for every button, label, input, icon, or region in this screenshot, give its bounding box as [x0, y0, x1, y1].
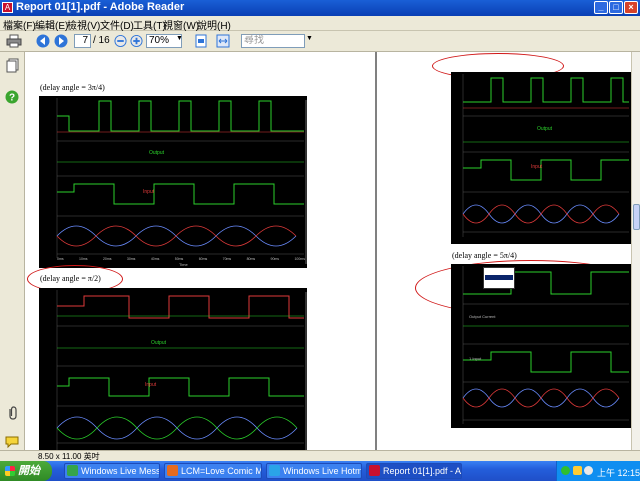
- search-dropdown-icon[interactable]: ▼: [306, 35, 313, 42]
- zoom-out-icon[interactable]: [114, 34, 127, 48]
- comments-icon[interactable]: [5, 436, 19, 448]
- plot3-output-label: Output: [537, 126, 553, 132]
- task-lcm[interactable]: LCM=Love Comic Me...: [164, 463, 262, 479]
- caption-delay-5pi4: (delay angle = 5π/4): [452, 251, 517, 260]
- plot1-time-axis: 0ms 10ms 20ms 30ms 40ms 50ms 60ms 70ms 80ms 90ms 1…: [57, 257, 305, 261]
- maximize-button[interactable]: □: [609, 1, 623, 14]
- pdf-icon: A: [2, 2, 13, 13]
- menu-window[interactable]: 視窗(W): [163, 17, 199, 32]
- task-adobe-reader[interactable]: Report 01[1].pdf - Ad...: [366, 463, 462, 479]
- plot2-input-label: Input: [145, 382, 157, 388]
- menu-document[interactable]: 文件(D): [100, 17, 134, 32]
- waveform-plot-2: Output Input: [39, 288, 307, 450]
- messenger-icon: [67, 465, 78, 476]
- system-tray: 上午 12:15: [556, 461, 640, 481]
- task-label: Report 01[1].pdf - Ad...: [383, 466, 462, 476]
- volume-icon[interactable]: [584, 466, 593, 475]
- menu-view[interactable]: 檢視(V): [67, 17, 100, 32]
- taskbar: 開始 Windows Live Messen... LCM=Love Comic…: [0, 461, 640, 481]
- task-hotmail[interactable]: Windows Live Hotmai...: [266, 463, 362, 479]
- vertical-scrollbar[interactable]: [631, 52, 640, 450]
- security-shield-icon[interactable]: [573, 466, 582, 475]
- waveform-svg-2: [56, 290, 307, 450]
- close-button[interactable]: ×: [624, 1, 638, 14]
- page-number-input[interactable]: 7: [74, 34, 91, 48]
- task-messenger[interactable]: Windows Live Messen...: [64, 463, 160, 479]
- minimize-button[interactable]: _: [594, 1, 608, 14]
- pages-icon[interactable]: [6, 58, 19, 73]
- menu-edit[interactable]: 編輯(E): [35, 17, 68, 32]
- start-button[interactable]: 開始: [0, 461, 52, 481]
- waveform-svg-4: [462, 266, 629, 424]
- waveform-plot-4: Output Current 1 Input: [451, 264, 631, 428]
- browser-icon: [167, 465, 178, 476]
- waveform-plot-1: Output Input 0ms 10ms 20ms 30ms 40ms 50ms 60ms…: [39, 96, 307, 268]
- menu-file[interactable]: 檔案(F): [3, 17, 36, 32]
- start-label: 開始: [18, 465, 40, 477]
- pdf-page-right: Output Input (delay angle = 5π/4) Output…: [377, 52, 631, 450]
- menu-bar: 檔案(F) 編輯(E) 檢視(V) 文件(D) 工具(T) 視窗(W) 說明(H…: [0, 16, 640, 32]
- document-view[interactable]: (delay angle = 3π/4) Output Input 0ms 10m…: [25, 52, 631, 450]
- zoom-in-icon[interactable]: [130, 34, 143, 48]
- task-label: LCM=Love Comic Me...: [181, 466, 261, 476]
- plot2-output-label: Output: [151, 340, 167, 346]
- menu-tools[interactable]: 工具(T): [133, 17, 166, 32]
- next-page-icon[interactable]: [54, 34, 68, 48]
- title-bar: A Report 01[1].pdf - Adobe Reader _ □ ×: [0, 0, 640, 16]
- plot1-output-label: Output: [149, 150, 165, 156]
- task-label: Windows Live Messen...: [81, 466, 160, 476]
- plot3-input-label: Input: [531, 164, 543, 170]
- window-title: Report 01[1].pdf - Adobe Reader: [16, 1, 185, 13]
- pdf-icon: [369, 465, 380, 476]
- plot1-time-word: Time: [179, 262, 188, 267]
- svg-text:?: ?: [9, 93, 15, 104]
- messenger-tray-icon[interactable]: [561, 466, 570, 475]
- scroll-thumb[interactable]: [633, 204, 640, 230]
- caption-delay-3pi4: (delay angle = 3π/4): [40, 83, 105, 92]
- clock: 上午 12:15: [597, 468, 640, 478]
- plot4-cursor-label: 1 Input: [469, 356, 482, 361]
- help-icon[interactable]: ?: [5, 90, 19, 104]
- page-total: / 16: [93, 35, 110, 46]
- plot1-input-label: Input: [143, 189, 155, 195]
- waveform-svg-1: [56, 98, 307, 264]
- search-input[interactable]: 尋找: [241, 34, 305, 48]
- waveform-plot-3: Output Input: [451, 72, 631, 244]
- pdf-page-left: (delay angle = 3π/4) Output Input 0ms 10m…: [25, 52, 375, 450]
- toolbar: 7 / 16 70% ▼ 尋找 ▼: [0, 31, 640, 52]
- trace-menu-popup[interactable]: [483, 267, 515, 289]
- waveform-svg-3: [462, 74, 629, 237]
- menu-help[interactable]: 說明(H): [197, 17, 231, 32]
- task-label: Windows Live Hotmai...: [283, 466, 362, 476]
- windows-logo-icon: [5, 466, 15, 476]
- fit-width-icon[interactable]: [216, 34, 230, 48]
- attachment-icon[interactable]: [6, 406, 18, 420]
- fit-page-icon[interactable]: [194, 34, 208, 48]
- plot4-output-current-label: Output Current: [469, 314, 496, 319]
- navigation-panel: ?: [0, 52, 25, 450]
- chevron-down-icon[interactable]: ▼: [176, 35, 183, 42]
- print-icon[interactable]: [6, 34, 22, 48]
- previous-page-icon[interactable]: [36, 34, 50, 48]
- browser-icon: [269, 465, 280, 476]
